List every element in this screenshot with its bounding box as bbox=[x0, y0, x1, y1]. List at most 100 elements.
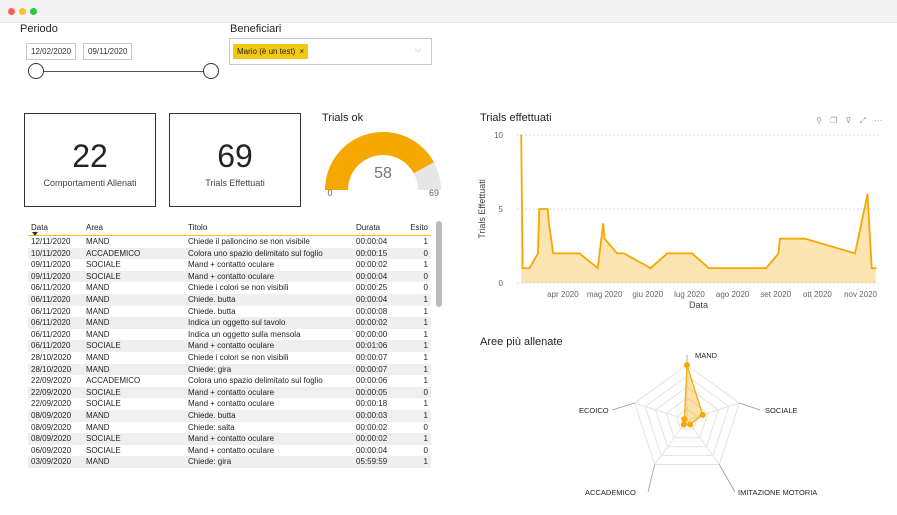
data-point[interactable] bbox=[557, 252, 560, 255]
radar-category-label: ECOICO bbox=[579, 406, 609, 415]
radar-data-point[interactable] bbox=[680, 421, 687, 428]
table-cell-titolo: Chiede. butta bbox=[185, 293, 353, 306]
table-row[interactable]: 08/09/2020 MAND Chiede: salta 00:00:02 0 bbox=[28, 422, 431, 434]
more-icon[interactable]: ··· bbox=[874, 116, 882, 125]
beneficiari-dropdown[interactable]: Mario (è un test) × ⌵ bbox=[229, 38, 432, 65]
data-point[interactable] bbox=[546, 208, 549, 210]
table-row[interactable]: 03/09/2020 MAND Chiede: gira 05:59:59 1 bbox=[28, 456, 431, 468]
table-cell-esito: 0 bbox=[399, 270, 431, 283]
data-point[interactable] bbox=[875, 267, 877, 269]
comportamenti-value: 22 bbox=[72, 138, 108, 174]
data-point[interactable] bbox=[552, 252, 554, 255]
column-header-titolo[interactable]: Titolo bbox=[185, 219, 353, 236]
data-point[interactable] bbox=[603, 237, 606, 240]
table-cell-data: 28/10/2020 bbox=[31, 352, 72, 362]
table-row[interactable]: 08/09/2020 SOCIALE Mand + contatto oculare… bbox=[28, 433, 431, 445]
table-cell-area: SOCIALE bbox=[83, 386, 185, 399]
table-cell-data: 22/09/2020 bbox=[28, 386, 83, 399]
radar-data-point[interactable] bbox=[699, 411, 706, 418]
data-point[interactable] bbox=[854, 252, 856, 255]
data-point[interactable] bbox=[666, 252, 669, 255]
radar-data-point[interactable] bbox=[687, 421, 694, 428]
table-row[interactable]: 06/09/2020 SOCIALE Mand + contatto oculare… bbox=[28, 445, 431, 457]
table-cell-durata: 00:00:04 bbox=[356, 237, 388, 246]
table-row[interactable]: 09/11/2020 SOCIALE Mand + contatto oculare… bbox=[28, 270, 431, 283]
table-row[interactable]: 22/09/2020 ACCADEMICO Colora uno spazio de… bbox=[28, 375, 431, 387]
selected-beneficiario-text: Mario (è un test) bbox=[237, 47, 296, 56]
table-row[interactable]: 06/11/2020 MAND Chiede i colori se non vis… bbox=[28, 282, 431, 294]
minimize-window-icon[interactable] bbox=[19, 8, 26, 15]
table-cell-esito: 1 bbox=[399, 456, 431, 468]
table-cell-area: SOCIALE bbox=[86, 445, 121, 455]
table-cell-titolo: Mand + contatto oculare bbox=[188, 399, 275, 409]
data-point[interactable] bbox=[870, 267, 873, 269]
data-point[interactable] bbox=[708, 267, 710, 269]
data-point[interactable] bbox=[777, 252, 780, 255]
table-row[interactable]: 08/09/2020 MAND Chiede. butta 00:00:03 1 bbox=[28, 409, 431, 422]
date-start-input[interactable]: 12/02/2020 bbox=[26, 43, 77, 60]
data-point[interactable] bbox=[649, 267, 652, 269]
data-point[interactable] bbox=[751, 267, 753, 269]
table-row[interactable]: 22/09/2020 SOCIALE Mand + contatto oculare… bbox=[28, 398, 431, 410]
date-slider-track[interactable] bbox=[36, 71, 212, 72]
data-point[interactable] bbox=[528, 267, 531, 269]
line-chart-title: Trials effettuati bbox=[480, 112, 552, 124]
table-cell-titolo: Colora uno spazio delimitato sul foglio bbox=[188, 376, 323, 386]
table-row[interactable]: 10/11/2020 ACCADEMICO Colora uno spazio de… bbox=[28, 247, 431, 260]
table-row[interactable]: 06/11/2020 SOCIALE Mand + contatto oculare… bbox=[28, 340, 431, 352]
data-point[interactable] bbox=[596, 267, 599, 269]
column-header-area[interactable]: Area bbox=[83, 219, 185, 236]
table-row[interactable]: 12/11/2020 MAND Chiede il palloncino se no… bbox=[28, 236, 431, 248]
date-slider-start-handle[interactable] bbox=[28, 63, 44, 79]
table-cell-esito: 1 bbox=[423, 399, 428, 409]
table-cell-area: MAND bbox=[83, 317, 185, 329]
data-point[interactable] bbox=[569, 252, 571, 255]
table-row[interactable]: 06/11/2020 MAND Indica un oggetto sulla me… bbox=[28, 329, 431, 341]
table-row[interactable]: 06/11/2020 MAND Chiede. butta 00:00:08 1 bbox=[28, 306, 431, 318]
trials-label: Trials Effettuati bbox=[205, 178, 265, 188]
radar-data-point[interactable] bbox=[684, 362, 690, 368]
column-header-esito[interactable]: Esito bbox=[399, 219, 431, 236]
column-header-durata[interactable]: Durata bbox=[353, 219, 399, 236]
maximize-window-icon[interactable] bbox=[30, 8, 37, 15]
filter-icon[interactable]: ⊽ bbox=[846, 116, 852, 125]
table-cell-durata: 00:00:04 bbox=[356, 445, 388, 455]
radar-data-point[interactable] bbox=[681, 416, 688, 423]
data-point[interactable] bbox=[548, 223, 550, 225]
data-point[interactable] bbox=[538, 208, 541, 210]
table-cell-titolo: Chiede: salta bbox=[188, 422, 235, 432]
data-point[interactable] bbox=[537, 252, 539, 255]
data-point[interactable] bbox=[779, 237, 781, 240]
table-cell-durata: 00:01:06 bbox=[353, 340, 399, 352]
table-cell-area: MAND bbox=[83, 456, 185, 468]
table-row[interactable]: 06/11/2020 MAND Indica un oggetto sul tavo… bbox=[28, 317, 431, 329]
data-point[interactable] bbox=[866, 193, 869, 195]
table-row[interactable]: 28/10/2020 MAND Chiede i colori se non vis… bbox=[28, 352, 431, 364]
radar-category-label: SOCIALE bbox=[765, 406, 798, 415]
data-point[interactable] bbox=[602, 223, 605, 225]
data-point[interactable] bbox=[804, 237, 806, 240]
close-window-icon[interactable] bbox=[8, 8, 15, 15]
data-point[interactable] bbox=[691, 252, 694, 255]
data-point[interactable] bbox=[765, 267, 767, 269]
date-slider-end-handle[interactable] bbox=[203, 63, 219, 79]
pin-icon[interactable]: ⚲ bbox=[816, 116, 822, 125]
table-row[interactable]: 06/11/2020 MAND Chiede. butta 00:00:04 1 bbox=[28, 293, 431, 306]
table-cell-data: 08/09/2020 bbox=[28, 409, 83, 422]
copy-icon[interactable]: ❐ bbox=[830, 116, 837, 125]
chevron-down-icon[interactable]: ⌵ bbox=[415, 45, 421, 55]
remove-selection-icon[interactable]: × bbox=[299, 47, 304, 56]
data-point[interactable] bbox=[521, 267, 524, 269]
data-point[interactable] bbox=[616, 252, 618, 255]
data-point[interactable] bbox=[578, 252, 581, 255]
date-end-input[interactable]: 09/11/2020 bbox=[83, 43, 133, 60]
focus-icon[interactable]: ⤢ bbox=[860, 116, 866, 125]
data-point[interactable] bbox=[623, 252, 625, 255]
table-cell-durata: 00:00:07 bbox=[353, 363, 399, 376]
table-row[interactable]: 28/10/2020 MAND Chiede: gira 00:00:07 1 bbox=[28, 363, 431, 376]
sort-desc-icon[interactable] bbox=[32, 232, 38, 236]
data-point[interactable] bbox=[520, 134, 522, 136]
table-scrollbar[interactable] bbox=[436, 221, 442, 307]
table-row[interactable]: 09/11/2020 SOCIALE Mand + contatto oculare… bbox=[28, 259, 431, 271]
table-row[interactable]: 22/09/2020 SOCIALE Mand + contatto oculare… bbox=[28, 386, 431, 399]
